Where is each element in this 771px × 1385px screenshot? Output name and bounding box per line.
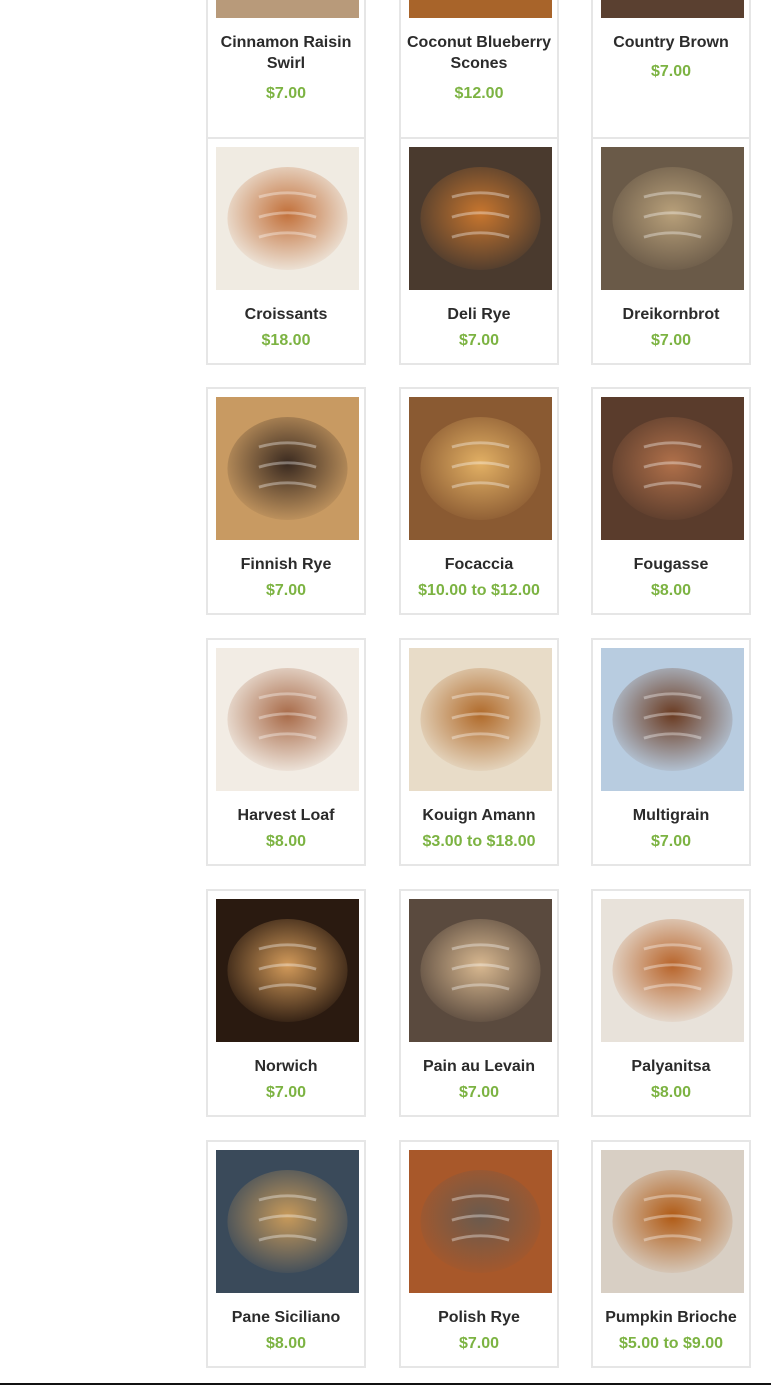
product-card[interactable]: Croissants $18.00 [206,137,366,365]
product-card[interactable]: Deli Rye $7.00 [399,137,559,365]
product-price: $5.00 to $9.00 [618,1335,724,1352]
product-image[interactable] [601,397,744,540]
product-name[interactable]: Harvest Loaf [212,805,360,826]
deli-rye-photo [409,147,552,290]
product-image[interactable] [409,899,552,1042]
product-image[interactable] [216,1150,359,1293]
palyanitsa-photo [601,899,744,1042]
product-price: $7.00 [458,332,500,349]
scones-photo [409,0,552,18]
product-name[interactable]: Kouign Amann [405,805,553,826]
product-image[interactable] [216,147,359,290]
product-name[interactable]: Palyanitsa [597,1056,745,1077]
product-price: $3.00 to $18.00 [422,833,536,850]
product-price: $18.00 [261,332,311,349]
fougasse-photo [601,397,744,540]
product-name[interactable]: Dreikornbrot [597,304,745,325]
product-image[interactable] [216,397,359,540]
pain-au-levain-photo [409,899,552,1042]
product-card[interactable]: Pane Siciliano $8.00 [206,1140,366,1368]
product-image[interactable] [601,0,744,18]
product-card[interactable]: Norwich $7.00 [206,889,366,1117]
product-card[interactable]: Kouign Amann $3.00 to $18.00 [399,638,559,866]
product-card[interactable]: Country Brown $7.00 [591,0,751,142]
pumpkin-brioche-photo [601,1150,744,1293]
focaccia-photo [409,397,552,540]
product-price: $7.00 [265,1084,307,1101]
product-image[interactable] [409,397,552,540]
product-name[interactable]: Polish Rye [405,1307,553,1328]
product-price: $7.00 [650,833,692,850]
product-card[interactable]: Multigrain $7.00 [591,638,751,866]
pane-siciliano-photo [216,1150,359,1293]
product-card[interactable]: Coconut Blueberry Scones $12.00 [399,0,559,142]
product-price: $7.00 [265,582,307,599]
product-name[interactable]: Multigrain [597,805,745,826]
product-name[interactable]: Pumpkin Brioche [597,1307,745,1328]
product-image[interactable] [409,648,552,791]
product-price: $7.00 [650,63,692,80]
product-price: $7.00 [458,1335,500,1352]
product-image[interactable] [409,1150,552,1293]
dreikornbrot-photo [601,147,744,290]
product-price: $10.00 to $12.00 [418,582,540,599]
product-image[interactable] [601,1150,744,1293]
product-image[interactable] [216,648,359,791]
product-card[interactable]: Focaccia $10.00 to $12.00 [399,387,559,615]
croissants-photo [216,147,359,290]
cinnamon-swirl-photo [216,0,359,18]
product-image[interactable] [216,899,359,1042]
product-name[interactable]: Cinnamon Raisin Swirl [212,32,360,74]
product-card[interactable]: Dreikornbrot $7.00 [591,137,751,365]
product-name[interactable]: Finnish Rye [212,554,360,575]
product-price: $8.00 [650,1084,692,1101]
product-image[interactable] [601,648,744,791]
product-price: $7.00 [650,332,692,349]
product-image[interactable] [409,0,552,18]
product-card[interactable]: Pain au Levain $7.00 [399,889,559,1117]
product-image[interactable] [601,147,744,290]
product-card[interactable]: Cinnamon Raisin Swirl $7.00 [206,0,366,142]
product-price: $7.00 [458,1084,500,1101]
product-name[interactable]: Norwich [212,1056,360,1077]
multigrain-photo [601,648,744,791]
product-card[interactable]: Pumpkin Brioche $5.00 to $9.00 [591,1140,751,1368]
kouign-amann-photo [409,648,552,791]
product-price: $8.00 [265,1335,307,1352]
product-image[interactable] [409,147,552,290]
product-image[interactable] [216,0,359,18]
product-name[interactable]: Pane Siciliano [212,1307,360,1328]
product-name[interactable]: Croissants [212,304,360,325]
product-name[interactable]: Focaccia [405,554,553,575]
harvest-loaf-photo [216,648,359,791]
product-card[interactable]: Polish Rye $7.00 [399,1140,559,1368]
product-name[interactable]: Coconut Blueberry Scones [405,32,553,74]
norwich-photo [216,899,359,1042]
product-price: $8.00 [265,833,307,850]
product-name[interactable]: Fougasse [597,554,745,575]
product-card[interactable]: Finnish Rye $7.00 [206,387,366,615]
product-name[interactable]: Country Brown [597,32,745,53]
product-image[interactable] [601,899,744,1042]
product-price: $7.00 [265,85,307,102]
product-card[interactable]: Fougasse $8.00 [591,387,751,615]
product-price: $12.00 [454,85,504,102]
product-name[interactable]: Pain au Levain [405,1056,553,1077]
polish-rye-photo [409,1150,552,1293]
product-card[interactable]: Palyanitsa $8.00 [591,889,751,1117]
product-card[interactable]: Harvest Loaf $8.00 [206,638,366,866]
product-name[interactable]: Deli Rye [405,304,553,325]
product-price: $8.00 [650,582,692,599]
country-brown-photo [601,0,744,18]
finnish-rye-photo [216,397,359,540]
